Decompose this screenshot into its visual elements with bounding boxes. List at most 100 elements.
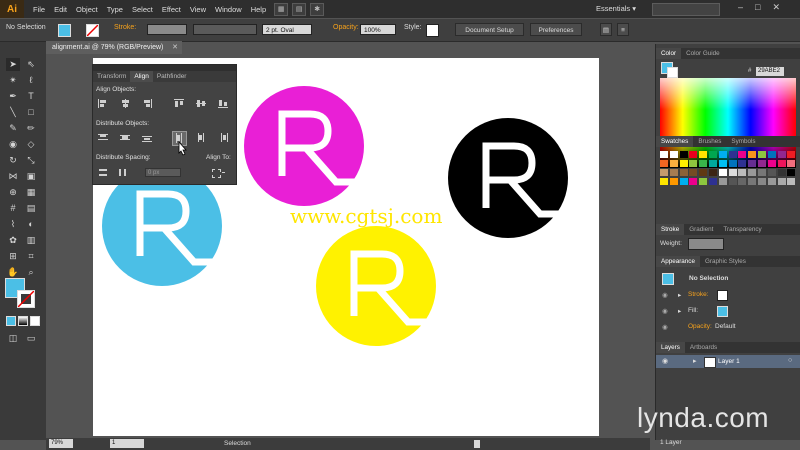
swatch[interactable] bbox=[748, 169, 757, 176]
swatch[interactable] bbox=[718, 160, 727, 167]
swatch[interactable] bbox=[758, 178, 766, 185]
artboard-tool-icon[interactable]: ⊞ bbox=[6, 250, 20, 263]
swatch[interactable] bbox=[660, 160, 668, 167]
scale-tool-icon[interactable]: ⤡ bbox=[24, 154, 38, 167]
opacity-field[interactable]: 100% bbox=[360, 24, 396, 35]
zoom-field[interactable]: 79% bbox=[49, 439, 73, 448]
maximize-icon[interactable]: □ bbox=[755, 2, 760, 13]
swatch[interactable] bbox=[738, 160, 747, 167]
stroke-label[interactable]: Stroke: bbox=[114, 24, 136, 31]
draw-mode-icon[interactable]: ◫ bbox=[6, 332, 20, 345]
tab-color[interactable]: Color bbox=[656, 48, 682, 59]
swatch[interactable] bbox=[777, 160, 786, 167]
zoom-tool-icon[interactable]: ⌕ bbox=[24, 266, 38, 279]
tab-layers[interactable]: Layers bbox=[656, 342, 685, 353]
swatch[interactable] bbox=[709, 169, 717, 176]
swatch[interactable] bbox=[718, 178, 727, 185]
stroke-weight-input[interactable] bbox=[688, 238, 724, 250]
screen-mode-icon[interactable]: ▭ bbox=[24, 332, 38, 345]
stroke-swatch[interactable] bbox=[86, 24, 99, 37]
mesh-tool-icon[interactable]: # bbox=[6, 202, 20, 215]
direct-selection-tool-icon[interactable]: ⇖ bbox=[24, 58, 38, 71]
visibility-eye-icon[interactable]: ◉ bbox=[662, 323, 668, 331]
search-input[interactable] bbox=[652, 3, 720, 16]
distribute-bottom-icon[interactable] bbox=[142, 133, 152, 142]
swatch[interactable] bbox=[679, 169, 688, 176]
distribute-top-icon[interactable] bbox=[98, 133, 108, 142]
swatch[interactable] bbox=[699, 160, 708, 167]
eyedropper-icon[interactable]: ⌇ bbox=[6, 218, 20, 231]
swatch[interactable] bbox=[669, 160, 678, 167]
swatch[interactable] bbox=[758, 169, 766, 176]
eraser-icon[interactable]: ◇ bbox=[24, 138, 38, 151]
slice-tool-icon[interactable]: ⌗ bbox=[24, 250, 38, 263]
rectangle-tool-icon[interactable]: □ bbox=[24, 106, 38, 119]
panel-menu-icon[interactable]: ≡ bbox=[617, 23, 629, 36]
opacity-label[interactable]: Opacity: bbox=[333, 24, 359, 31]
horizontal-scrollbar-thumb[interactable] bbox=[474, 440, 480, 448]
layer-name[interactable]: Layer 1 bbox=[718, 358, 740, 365]
tab-gradient[interactable]: Gradient bbox=[684, 224, 718, 235]
tab-graphic-styles[interactable]: Graphic Styles bbox=[700, 256, 751, 267]
swatch[interactable] bbox=[758, 151, 766, 158]
swatch[interactable] bbox=[660, 178, 668, 185]
swatch[interactable] bbox=[767, 169, 776, 176]
tab-swatches[interactable]: Swatches bbox=[656, 136, 694, 147]
align-bottom-icon[interactable] bbox=[218, 99, 228, 108]
minimize-icon[interactable]: – bbox=[738, 2, 743, 13]
appearance-opacity-row[interactable]: ◉ Opacity: Default bbox=[656, 319, 800, 334]
distribute-right-icon[interactable] bbox=[218, 133, 228, 142]
color-stroke-icon[interactable] bbox=[667, 67, 678, 78]
style-swatch[interactable] bbox=[426, 24, 439, 37]
color-mode-icon[interactable] bbox=[6, 316, 16, 326]
menu-effect[interactable]: Effect bbox=[162, 5, 181, 14]
swatch[interactable] bbox=[728, 160, 737, 167]
menu-select[interactable]: Select bbox=[132, 5, 153, 14]
tab-transparency[interactable]: Transparency bbox=[718, 224, 766, 235]
tab-appearance[interactable]: Appearance bbox=[656, 256, 700, 267]
tab-artboards[interactable]: Artboards bbox=[685, 342, 722, 353]
spacing-value-field[interactable]: 0 px bbox=[145, 168, 181, 177]
swatch[interactable] bbox=[699, 169, 708, 176]
swatch[interactable] bbox=[669, 178, 678, 185]
align-top-icon[interactable] bbox=[174, 99, 184, 108]
align-left-icon[interactable] bbox=[98, 99, 108, 108]
distribute-vertical-center-icon[interactable] bbox=[120, 133, 130, 142]
swatch[interactable] bbox=[689, 178, 698, 185]
visibility-eye-icon[interactable]: ◉ bbox=[662, 291, 668, 299]
tab-stroke[interactable]: Stroke bbox=[656, 224, 685, 235]
stroke-weight-field[interactable] bbox=[147, 24, 187, 35]
preferences-button[interactable]: Preferences bbox=[530, 23, 582, 36]
swatch[interactable] bbox=[787, 160, 796, 167]
appearance-fill-label[interactable]: Fill: bbox=[688, 307, 698, 314]
swatch[interactable] bbox=[787, 178, 796, 185]
swatch[interactable] bbox=[777, 178, 786, 185]
expand-arrow-icon[interactable]: ▸ bbox=[678, 307, 681, 315]
swatch[interactable] bbox=[728, 169, 737, 176]
menu-view[interactable]: View bbox=[190, 5, 206, 14]
align-to-selection-icon[interactable] bbox=[211, 168, 225, 178]
swatch[interactable] bbox=[777, 151, 786, 158]
expand-arrow-icon[interactable]: ▸ bbox=[678, 291, 681, 299]
swatch[interactable] bbox=[699, 178, 708, 185]
none-mode-icon[interactable] bbox=[30, 316, 40, 326]
document-tab[interactable]: alignment.ai @ 79% (RGB/Preview) ✕ bbox=[46, 41, 182, 54]
gradient-mode-icon[interactable] bbox=[18, 316, 28, 326]
swatch[interactable] bbox=[669, 151, 678, 158]
rotate-tool-icon[interactable]: ↻ bbox=[6, 154, 20, 167]
swatch[interactable] bbox=[679, 160, 688, 167]
menu-window[interactable]: Window bbox=[215, 5, 242, 14]
swatch[interactable] bbox=[767, 178, 776, 185]
arrange-documents-icon[interactable]: ▤ bbox=[292, 2, 307, 16]
arrange-icon[interactable]: ▤ bbox=[600, 23, 612, 36]
magic-wand-icon[interactable]: ✴ bbox=[6, 74, 20, 87]
swatch[interactable] bbox=[660, 169, 668, 176]
menu-edit[interactable]: Edit bbox=[54, 5, 67, 14]
brush-field[interactable]: 2 pt. Oval bbox=[262, 24, 312, 35]
align-right-icon[interactable] bbox=[142, 99, 152, 108]
hex-color-field[interactable]: 29ABE2 bbox=[756, 67, 784, 76]
close-document-icon[interactable]: ✕ bbox=[172, 41, 178, 54]
swatch[interactable] bbox=[728, 178, 737, 185]
symbol-sprayer-icon[interactable]: ✿ bbox=[6, 234, 20, 247]
graph-tool-icon[interactable]: ▥ bbox=[24, 234, 38, 247]
